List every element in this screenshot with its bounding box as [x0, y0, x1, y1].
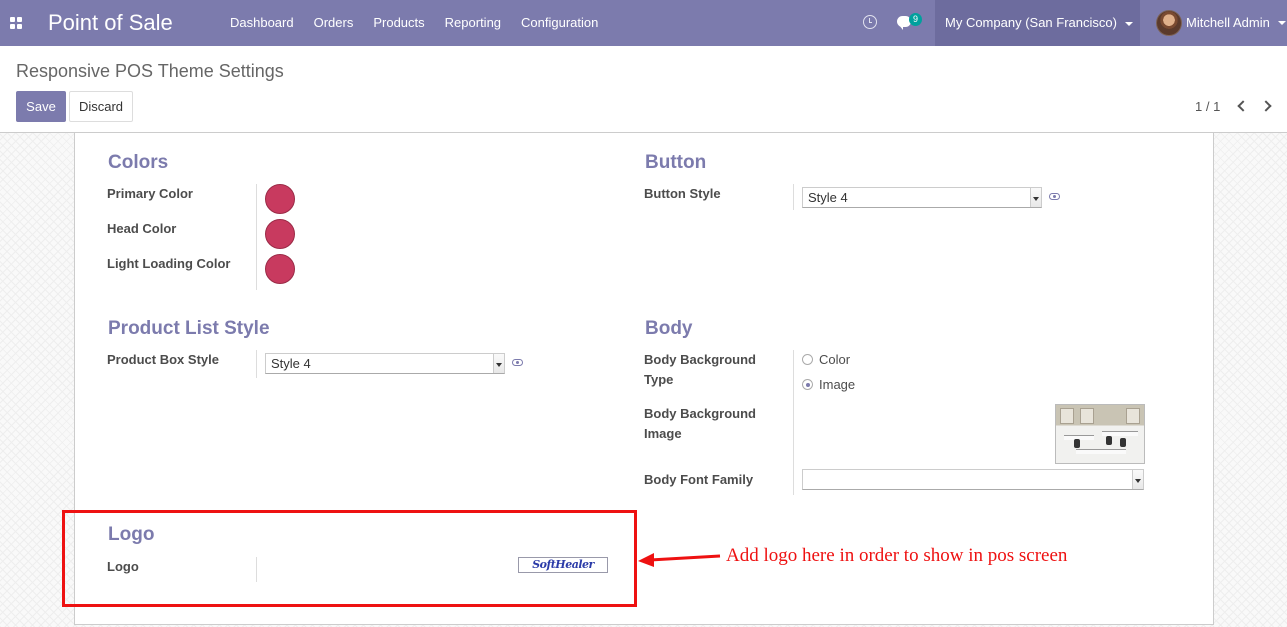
- caret-down-icon: [1277, 21, 1286, 25]
- section-title-product-list-style: Product List Style: [108, 318, 270, 339]
- user-name: Mitchell Admin: [1186, 15, 1270, 30]
- body-font-family-select[interactable]: [802, 469, 1144, 490]
- chevron-left-icon[interactable]: [1236, 100, 1246, 112]
- discard-button[interactable]: Discard: [69, 91, 133, 122]
- control-panel: Responsive POS Theme Settings Save Disca…: [0, 46, 1287, 133]
- label-body-font-family: Body Font Family: [644, 472, 754, 487]
- breadcrumb: Responsive POS Theme Settings: [16, 61, 284, 81]
- head-color-picker[interactable]: [265, 219, 295, 249]
- caret-down-icon: [1124, 21, 1133, 26]
- section-title-button: Button: [645, 152, 707, 173]
- eye-icon[interactable]: [1049, 193, 1060, 200]
- app-title: Point of Sale: [48, 10, 173, 35]
- dropdown-arrow-icon: [1132, 470, 1143, 489]
- button-style-value: Style 4: [808, 190, 848, 205]
- section-title-colors: Colors: [108, 152, 169, 173]
- top-navbar: Point of Sale Dashboard Orders Products …: [0, 0, 1287, 46]
- avatar: [1156, 10, 1182, 36]
- field-separator: [256, 184, 257, 290]
- menu-dashboard[interactable]: Dashboard: [220, 0, 304, 46]
- label-primary-color: Primary Color: [107, 186, 193, 201]
- field-separator: [793, 350, 794, 495]
- menu-reporting[interactable]: Reporting: [435, 0, 511, 46]
- label-button-style: Button Style: [644, 186, 721, 201]
- main-menu: Dashboard Orders Products Reporting Conf…: [220, 0, 608, 46]
- label-head-color: Head Color: [107, 221, 177, 236]
- save-button[interactable]: Save: [16, 91, 66, 122]
- apps-menu-icon[interactable]: [10, 17, 22, 29]
- chevron-right-icon[interactable]: [1262, 100, 1272, 112]
- radio-label-color[interactable]: Color: [819, 352, 850, 367]
- annotation-text: Add logo here in order to show in pos sc…: [726, 545, 1068, 566]
- company-switcher[interactable]: My Company (San Francisco): [935, 0, 1140, 46]
- menu-products[interactable]: Products: [363, 0, 434, 46]
- radio-label-image[interactable]: Image: [819, 377, 855, 392]
- user-menu[interactable]: Mitchell Admin: [1148, 0, 1286, 46]
- radio-bg-type-image[interactable]: [802, 379, 813, 390]
- product-box-style-select[interactable]: Style 4: [265, 353, 505, 374]
- annotation-highlight-box: [62, 510, 637, 607]
- label-light-loading-color: Light Loading Color: [107, 256, 231, 271]
- company-name: My Company (San Francisco): [945, 15, 1117, 30]
- field-separator: [256, 350, 257, 378]
- product-box-style-value: Style 4: [271, 356, 311, 371]
- pager-value[interactable]: 1 / 1: [1195, 99, 1220, 114]
- dropdown-arrow-icon: [493, 354, 504, 373]
- section-title-body: Body: [645, 318, 693, 339]
- eye-icon[interactable]: [512, 359, 523, 366]
- label-product-box-style: Product Box Style: [107, 352, 219, 367]
- radio-bg-type-color[interactable]: [802, 354, 813, 365]
- primary-color-picker[interactable]: [265, 184, 295, 214]
- menu-configuration[interactable]: Configuration: [511, 0, 608, 46]
- field-separator: [793, 184, 794, 210]
- button-style-select[interactable]: Style 4: [802, 187, 1042, 208]
- body-background-image[interactable]: [1055, 404, 1145, 464]
- label-body-background-type: Body Background Type: [644, 352, 756, 387]
- label-body-background-image: Body Background Image: [644, 406, 756, 441]
- dropdown-arrow-icon: [1030, 188, 1041, 207]
- chat-count-badge: 9: [909, 13, 923, 26]
- menu-orders[interactable]: Orders: [304, 0, 364, 46]
- activity-clock-icon[interactable]: [863, 15, 877, 29]
- light-loading-color-picker[interactable]: [265, 254, 295, 284]
- annotation-arrow: [638, 553, 721, 567]
